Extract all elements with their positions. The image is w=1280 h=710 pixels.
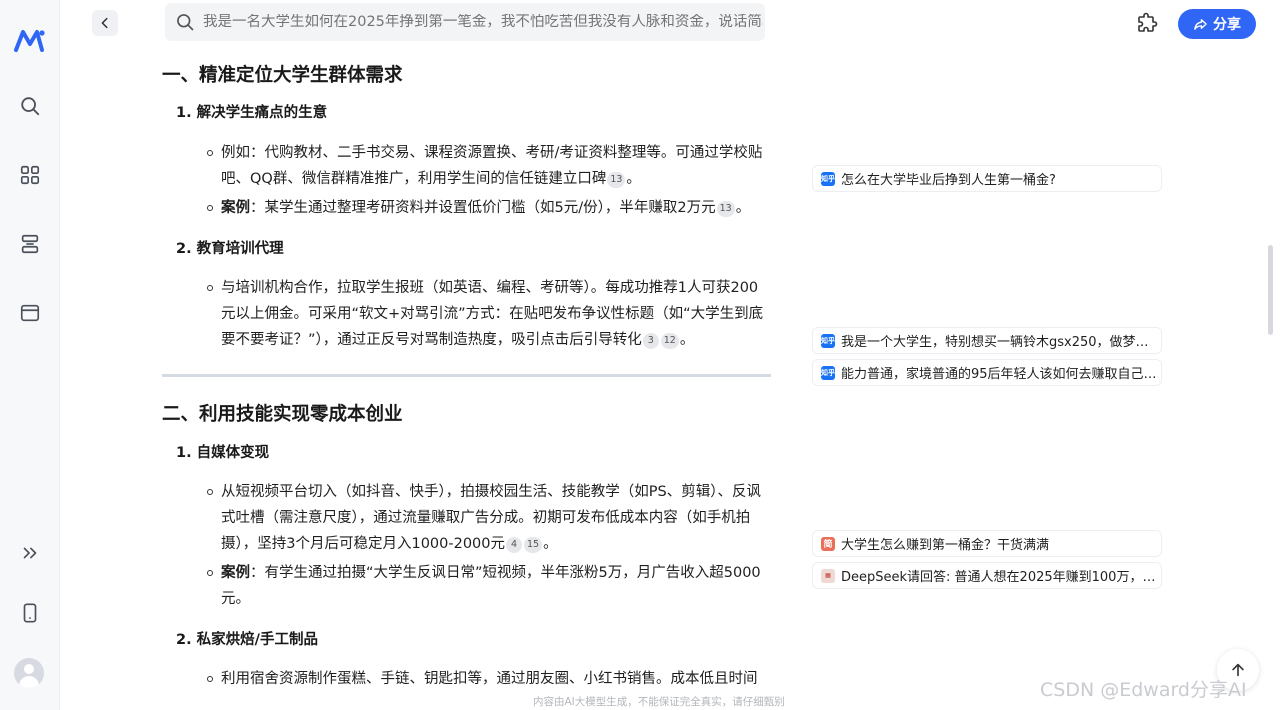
- reference-title: 我是一个大学生，特别想买一辆铃木gsx250，做梦都想要，可是我没有钱，该怎么办…: [841, 335, 1159, 350]
- mobile-device-icon[interactable]: [18, 601, 42, 625]
- reference-card[interactable]: ▦ DeepSeek请回答: 普通人想在2025年赚到100万，该怎么做？: [812, 562, 1162, 589]
- bullet-text: 例如：代购教材、二手书交易、课程资源置换、考研/考证资料整理等。可通过学校贴吧、…: [221, 145, 763, 187]
- case-label: 案例: [221, 200, 250, 216]
- bullet-icon: [207, 489, 213, 495]
- layers-icon[interactable]: [18, 232, 42, 256]
- bullet-end: 。: [626, 171, 641, 187]
- chevron-left-icon: [101, 17, 108, 29]
- search-bar[interactable]: [165, 3, 765, 41]
- puzzle-icon[interactable]: [1135, 12, 1159, 36]
- citation-badge[interactable]: 4: [506, 537, 523, 553]
- bullet-icon: [207, 570, 213, 576]
- list-item: 案例：有学生通过拍摄“大学生反讽日常”短视频，半年涨粉5万，月广告收入超5000…: [207, 560, 772, 612]
- section-heading: 一、精准定位大学生群体需求: [162, 65, 403, 86]
- watermark: CSDN @Edward分享AI: [1040, 679, 1247, 701]
- search-icon[interactable]: [18, 94, 42, 118]
- list-item: 案例：某学生通过整理考研资料并设置低价门槛（如5元/份），半年赚取2万元 13。: [207, 195, 772, 221]
- list-item: 例如：代购教材、二手书交易、课程资源置换、考研/考证资料整理等。可通过学校贴吧、…: [207, 140, 772, 192]
- subsection-title: 2. 私家烘焙/手工制品: [176, 632, 318, 648]
- back-button[interactable]: [92, 10, 118, 36]
- search-input[interactable]: [203, 14, 763, 30]
- bullet-text: ：有学生通过拍摄“大学生反讽日常”短视频，半年涨粉5万，月广告收入超5000元。: [221, 565, 761, 607]
- citation-badge[interactable]: 3: [642, 333, 659, 349]
- bullet-end: 。: [543, 536, 558, 552]
- zhihu-icon: 知乎: [821, 333, 835, 348]
- case-label: 案例: [221, 565, 250, 581]
- bullet-text: 从短视频平台切入（如抖音、快手），拍摄校园生活、技能教学（如PS、剪辑）、反讽式…: [221, 484, 761, 552]
- zhihu-icon: 知乎: [821, 365, 835, 380]
- top-bar: 分享: [60, 0, 1280, 48]
- expand-sidebar-icon[interactable]: [18, 541, 42, 565]
- subsection-title: 2. 教育培训代理: [176, 241, 284, 257]
- ai-disclaimer: 内容由AI大模型生成，不能保证完全真实，请仔细甄别: [533, 696, 785, 708]
- reference-card[interactable]: 知乎 能力普通，家境普通的95后年轻人该如何去赚取自己的第一桶金？: [812, 359, 1162, 386]
- bullet-icon: [207, 150, 213, 156]
- reference-card[interactable]: 简 大学生怎么赚到第一桶金？干货满满: [812, 530, 1162, 557]
- subsection-title: 1. 自媒体变现: [176, 445, 270, 461]
- bullet-text: 利用宿舍资源制作蛋糕、手链、钥匙扣等，通过朋友圈、小红书销售。成本低且时间: [221, 671, 758, 687]
- bullet-icon: [207, 676, 213, 682]
- reference-title: 怎么在大学毕业后挣到人生第一桶金?: [841, 173, 1056, 188]
- app-logo-icon[interactable]: [13, 26, 47, 54]
- share-label: 分享: [1213, 17, 1241, 33]
- list-item: 从短视频平台切入（如抖音、快手），拍摄校园生活、技能教学（如PS、剪辑）、反讽式…: [207, 479, 772, 557]
- citation-badge[interactable]: 15: [524, 537, 543, 553]
- subsection-title: 1. 解决学生痛点的生意: [176, 105, 328, 121]
- reference-title: 能力普通，家境普通的95后年轻人该如何去赚取自己的第一桶金？: [841, 367, 1159, 382]
- reference-card[interactable]: 知乎 怎么在大学毕业后挣到人生第一桶金?: [812, 165, 1162, 192]
- reference-title: DeepSeek请回答: 普通人想在2025年赚到100万，该怎么做？: [841, 570, 1159, 585]
- citation-badge[interactable]: 13: [607, 172, 626, 188]
- section-heading: 二、利用技能实现零成本创业: [162, 404, 403, 425]
- list-item: 与培训机构合作，拉取学生报班（如英语、编程、考研等）。每成功推荐1人可获200元…: [207, 275, 772, 353]
- bullet-end: 。: [735, 200, 751, 216]
- citation-badge[interactable]: 12: [660, 333, 679, 349]
- sidebar: [0, 0, 60, 710]
- citation-badge[interactable]: 13: [716, 201, 735, 217]
- jianshu-icon: 简: [821, 536, 835, 551]
- bullet-icon: [207, 285, 213, 291]
- section-divider: [162, 374, 771, 377]
- share-button[interactable]: 分享: [1178, 9, 1256, 39]
- reference-card[interactable]: 知乎 我是一个大学生，特别想买一辆铃木gsx250，做梦都想要，可是我没有钱，该…: [812, 327, 1162, 354]
- bullet-icon: [207, 205, 213, 211]
- zhihu-icon: 知乎: [821, 171, 835, 186]
- reference-title: 大学生怎么赚到第一桶金？干货满满: [841, 538, 1050, 553]
- source-thumbnail-icon: ▦: [821, 568, 835, 583]
- scrollbar[interactable]: [1268, 245, 1273, 335]
- bullet-end: 。: [679, 332, 695, 348]
- apps-grid-icon[interactable]: [18, 163, 42, 187]
- list-item: 利用宿舍资源制作蛋糕、手链、钥匙扣等，通过朋友圈、小红书销售。成本低且时间: [207, 666, 772, 692]
- window-icon[interactable]: [18, 301, 42, 325]
- search-icon: [177, 14, 194, 31]
- share-icon: [1194, 18, 1207, 30]
- bullet-text: ：某学生通过整理考研资料并设置低价门槛（如5元/份），半年赚取2万元: [250, 200, 716, 216]
- avatar[interactable]: [14, 658, 44, 688]
